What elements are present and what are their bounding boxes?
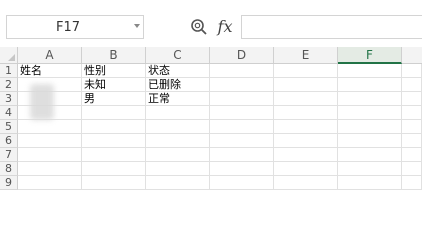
- cell-r3-c4[interactable]: [210, 92, 274, 106]
- cell-r6-c3[interactable]: [146, 134, 210, 148]
- column-header-c[interactable]: C: [146, 47, 210, 64]
- cell-r8-c1[interactable]: [18, 162, 82, 176]
- cell-r4-c2[interactable]: [82, 106, 146, 120]
- column-header-d[interactable]: D: [210, 47, 274, 64]
- cell-r2-c2[interactable]: 未知: [82, 78, 146, 92]
- row-header-6[interactable]: 6: [0, 134, 18, 148]
- cell-r2-c4[interactable]: [210, 78, 274, 92]
- column-header-b[interactable]: B: [82, 47, 146, 64]
- cell-r5-c6[interactable]: [338, 120, 402, 134]
- cell-r6-c6[interactable]: [338, 134, 402, 148]
- cell-r3-c6[interactable]: [338, 92, 402, 106]
- cell-r8-c3[interactable]: [146, 162, 210, 176]
- cell-r7-c4[interactable]: [210, 148, 274, 162]
- cell-r6-c1[interactable]: [18, 134, 82, 148]
- cell-r4-c6[interactable]: [338, 106, 402, 120]
- cell-r6-c5[interactable]: [274, 134, 338, 148]
- cell-r7-c3[interactable]: [146, 148, 210, 162]
- formula-bar[interactable]: [241, 15, 422, 39]
- cell-r2-c7[interactable]: [402, 78, 422, 92]
- row-header-5[interactable]: 5: [0, 120, 18, 134]
- cell-r3-c2[interactable]: 男: [82, 92, 146, 106]
- toolbar: F17 fx: [0, 0, 422, 47]
- row-header-3[interactable]: 3: [0, 92, 18, 106]
- cell-r4-c3[interactable]: [146, 106, 210, 120]
- cell-r7-c1[interactable]: [18, 148, 82, 162]
- row-header-8[interactable]: 8: [0, 162, 18, 176]
- cell-r6-c2[interactable]: [82, 134, 146, 148]
- cell-r4-c4[interactable]: [210, 106, 274, 120]
- cell-r9-c6[interactable]: [338, 176, 402, 190]
- cell-r1-c6[interactable]: [338, 64, 402, 78]
- row-header-4[interactable]: 4: [0, 106, 18, 120]
- cell-r1-c7[interactable]: [402, 64, 422, 78]
- cell-r4-c7[interactable]: [402, 106, 422, 120]
- column-header-overflow[interactable]: [402, 47, 422, 64]
- row-header-7[interactable]: 7: [0, 148, 18, 162]
- function-icon[interactable]: fx: [214, 16, 236, 36]
- cell-r2-c6[interactable]: [338, 78, 402, 92]
- name-box[interactable]: F17: [6, 15, 144, 39]
- cell-r9-c2[interactable]: [82, 176, 146, 190]
- cell-r9-c1[interactable]: [18, 176, 82, 190]
- cell-r8-c6[interactable]: [338, 162, 402, 176]
- spreadsheet-grid: A B C D E F 1 2 3 4 5 6 7 8 9 姓名 性别 状态 未知 已删…: [0, 47, 422, 200]
- row-header-2[interactable]: 2: [0, 78, 18, 92]
- row-header-1[interactable]: 1: [0, 64, 18, 78]
- select-all-button[interactable]: [0, 47, 18, 64]
- cell-r8-c4[interactable]: [210, 162, 274, 176]
- cell-r6-c7[interactable]: [402, 134, 422, 148]
- column-header-a[interactable]: A: [18, 47, 82, 64]
- cell-r9-c3[interactable]: [146, 176, 210, 190]
- column-header-e[interactable]: E: [274, 47, 338, 64]
- cell-r1-c4[interactable]: [210, 64, 274, 78]
- column-header-f[interactable]: F: [338, 47, 402, 64]
- cell-r7-c7[interactable]: [402, 148, 422, 162]
- cell-r1-c5[interactable]: [274, 64, 338, 78]
- cell-r7-c2[interactable]: [82, 148, 146, 162]
- cell-r9-c4[interactable]: [210, 176, 274, 190]
- cell-r5-c3[interactable]: [146, 120, 210, 134]
- cell-r5-c4[interactable]: [210, 120, 274, 134]
- cell-r4-c5[interactable]: [274, 106, 338, 120]
- cell-r5-c2[interactable]: [82, 120, 146, 134]
- cell-r5-c7[interactable]: [402, 120, 422, 134]
- cell-r6-c4[interactable]: [210, 134, 274, 148]
- cell-r3-c3[interactable]: 正常: [146, 92, 210, 106]
- select-all-icon: [8, 54, 15, 61]
- cell-r1-c2[interactable]: 性别: [82, 64, 146, 78]
- cell-r9-c7[interactable]: [402, 176, 422, 190]
- cell-r1-c3[interactable]: 状态: [146, 64, 210, 78]
- cell-r5-c5[interactable]: [274, 120, 338, 134]
- cell-r3-c7[interactable]: [402, 92, 422, 106]
- cell-r7-c5[interactable]: [274, 148, 338, 162]
- cell-r2-c5[interactable]: [274, 78, 338, 92]
- cell-r1-c1[interactable]: 姓名: [18, 64, 82, 78]
- zoom-icon[interactable]: [190, 18, 208, 36]
- cell-r2-c3[interactable]: 已删除: [146, 78, 210, 92]
- cell-r9-c5[interactable]: [274, 176, 338, 190]
- chevron-down-icon[interactable]: [134, 24, 140, 28]
- cell-r7-c6[interactable]: [338, 148, 402, 162]
- redacted-name-blur: [30, 84, 54, 120]
- row-header-9[interactable]: 9: [0, 176, 18, 190]
- cell-r5-c1[interactable]: [18, 120, 82, 134]
- cell-r8-c5[interactable]: [274, 162, 338, 176]
- cell-r8-c7[interactable]: [402, 162, 422, 176]
- name-box-value: F17: [55, 19, 81, 35]
- cell-r3-c5[interactable]: [274, 92, 338, 106]
- cell-r8-c2[interactable]: [82, 162, 146, 176]
